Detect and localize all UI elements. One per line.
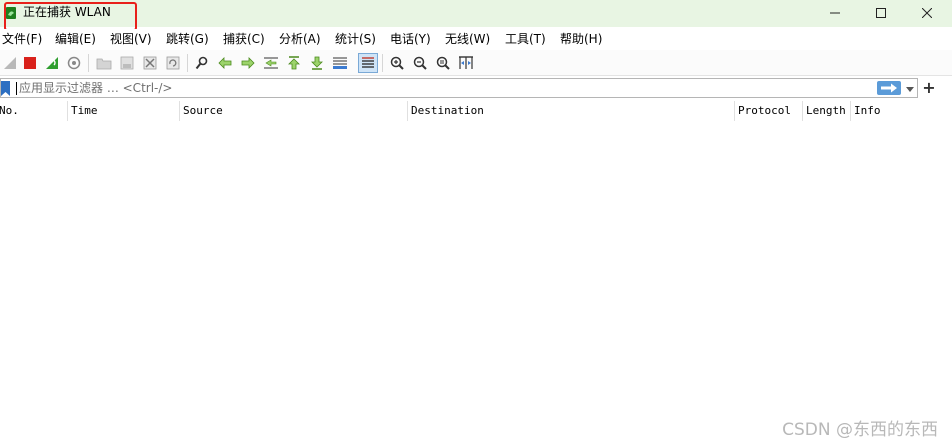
go-forward-button[interactable] [238,53,258,73]
restart-capture-icon [46,57,58,69]
column-header-time[interactable]: Time [68,101,180,121]
menu-tools[interactable]: 工具(T) [505,31,546,47]
menu-help[interactable]: 帮助(H) [560,31,602,47]
apply-filter-button[interactable] [877,81,901,95]
auto-scroll-icon [333,57,347,69]
menu-statistics[interactable]: 统计(S) [335,31,376,47]
zoom-out-button[interactable] [410,53,430,73]
colorize-icon [362,57,374,68]
maximize-icon [876,7,886,18]
open-file-icon [96,58,112,70]
menu-file[interactable]: 文件(F) [2,31,42,47]
reload-file-icon [166,56,180,70]
display-filter-input[interactable]: 应用显示过滤器 … <Ctrl-/> [0,78,918,98]
capture-options-icon [67,56,81,70]
menu-bar: 文件(F) 编辑(E) 视图(V) 跳转(G) 捕获(C) 分析(A) 统计(S… [0,29,952,49]
menu-go[interactable]: 跳转(G) [166,31,209,47]
arrow-right-icon [881,83,897,93]
filter-placeholder: 应用显示过滤器 … <Ctrl-/> [19,81,173,95]
add-filter-button[interactable]: + [921,78,937,98]
bookmark-icon[interactable] [1,81,10,96]
display-filter-bar: 应用显示过滤器 … <Ctrl-/> + [0,78,952,99]
go-to-packet-button[interactable] [261,53,281,73]
column-header-no[interactable]: No. [0,101,68,121]
last-packet-button[interactable] [307,53,327,73]
capture-options-button[interactable] [64,53,84,73]
close-file-button[interactable] [140,53,160,73]
menu-edit[interactable]: 编辑(E) [55,31,96,47]
filter-history-dropdown[interactable] [904,82,916,96]
text-caret [16,82,17,95]
menu-view[interactable]: 视图(V) [110,31,152,47]
open-file-button[interactable] [94,53,114,73]
resize-columns-icon [459,56,473,69]
close-icon [922,7,932,18]
stop-capture-button[interactable] [20,53,40,73]
packet-list[interactable] [0,121,952,448]
menu-wireless[interactable]: 无线(W) [445,31,490,47]
zoom-in-icon [390,56,404,70]
restart-capture-button[interactable] [42,53,62,73]
colorize-button[interactable] [358,53,378,73]
column-header-protocol[interactable]: Protocol [735,101,803,121]
find-packet-icon [195,56,208,70]
zoom-out-icon [413,56,427,70]
go-to-packet-icon [264,57,278,69]
normal-size-button[interactable] [433,53,453,73]
chevron-down-icon [906,86,914,92]
menu-capture[interactable]: 捕获(C) [223,31,265,47]
last-packet-icon [311,56,323,70]
resize-columns-button[interactable] [456,53,476,73]
zoom-in-button[interactable] [387,53,407,73]
first-packet-icon [288,56,300,70]
column-header-info[interactable]: Info [851,101,952,121]
start-capture-button[interactable] [0,53,20,73]
normal-size-icon [436,56,450,70]
minimize-icon [830,12,840,13]
column-header-length[interactable]: Length [803,101,851,121]
column-header-source[interactable]: Source [180,101,408,121]
packet-list-header: No. Time Source Destination Protocol Len… [0,101,952,121]
close-file-icon [143,56,157,70]
toolbar-separator [187,54,188,72]
go-back-icon [218,57,232,69]
start-capture-icon [4,57,16,69]
watermark: CSDN @东西的东西 [782,420,938,440]
title-highlight-box [4,2,137,31]
stop-capture-icon [24,57,36,69]
go-forward-icon [241,57,255,69]
close-button[interactable] [904,0,950,25]
first-packet-button[interactable] [284,53,304,73]
reload-file-button[interactable] [163,53,183,73]
column-header-destination[interactable]: Destination [408,101,735,121]
main-toolbar [0,50,952,76]
go-back-button[interactable] [215,53,235,73]
minimize-button[interactable] [812,0,858,25]
save-file-button[interactable] [117,53,137,73]
menu-analyze[interactable]: 分析(A) [279,31,321,47]
title-bar: 正在捕获 WLAN [0,0,952,27]
toolbar-separator [88,54,89,72]
maximize-button[interactable] [858,0,904,25]
save-file-icon [120,56,134,70]
menu-telephony[interactable]: 电话(Y) [390,31,431,47]
toolbar-separator [382,54,383,72]
find-packet-button[interactable] [192,53,212,73]
auto-scroll-button[interactable] [330,53,350,73]
